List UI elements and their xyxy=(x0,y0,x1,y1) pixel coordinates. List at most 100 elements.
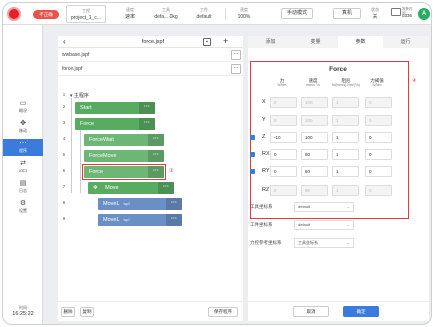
block-movel[interactable]: MoveL wp1 ··· xyxy=(98,214,182,226)
force-z-input[interactable]: -10 xyxy=(270,132,297,143)
tool-selector[interactable]: 工具 defa... 0kg xyxy=(146,5,186,23)
tab-variables[interactable]: 变量 xyxy=(293,36,338,48)
damping-x-input[interactable]: 1 xyxy=(332,97,359,108)
status-pill[interactable]: 不正确 xyxy=(33,10,59,19)
force-ry-input[interactable]: 0 xyxy=(270,166,297,177)
speed-x-input[interactable]: 100 xyxy=(301,97,328,108)
block-more-button[interactable]: ··· xyxy=(166,198,182,210)
save-icon[interactable]: ▪ xyxy=(203,38,211,46)
block-start[interactable]: Start ··· xyxy=(75,102,155,114)
tab-run[interactable]: 运行 xyxy=(383,36,428,48)
sidebar-item-io[interactable]: ⇄ IO口 xyxy=(3,159,43,176)
speed-mode[interactable]: 速度 速率 xyxy=(115,5,145,23)
damping-y-input[interactable]: 1 xyxy=(332,115,359,126)
file-name: wwbase.jspf xyxy=(62,52,90,58)
speed-percent[interactable]: 速度 100% xyxy=(231,5,257,23)
block-forcemove[interactable]: ForceMove ··· xyxy=(84,150,164,162)
panel-tabs: 添加 变量 参数 运行 xyxy=(248,36,429,48)
speed-rx-input[interactable]: 60 xyxy=(301,149,328,160)
threshold-z-input[interactable]: 0 xyxy=(365,132,392,143)
block-more-button[interactable]: ··· xyxy=(148,134,164,146)
sidebar-item-label: 概况 xyxy=(19,108,27,113)
damping-rz-input[interactable]: 1 xyxy=(332,185,359,196)
sidebar-item-log[interactable]: ▤ 日志 xyxy=(3,179,43,196)
damping-rx-input[interactable]: 1 xyxy=(332,149,359,160)
workpiece-selector[interactable]: 工件 default xyxy=(188,5,220,23)
force-rz-input[interactable]: 0 xyxy=(270,185,297,196)
block-more-button[interactable]: ··· xyxy=(139,118,155,130)
tool-frame-label: 工具坐标系 xyxy=(250,204,273,209)
block-more-button[interactable]: ··· xyxy=(139,102,155,114)
speed-ry-input[interactable]: 60 xyxy=(301,166,328,177)
tab-parameters[interactable]: 参数 xyxy=(338,36,383,48)
axis-z-checkbox[interactable] xyxy=(250,135,255,140)
emergency-stop-button[interactable] xyxy=(7,7,21,21)
speed-value: 速率 xyxy=(124,14,135,20)
block-more-button[interactable]: ··· xyxy=(166,214,182,226)
confirm-button[interactable]: 确定 xyxy=(343,306,379,317)
back-chevron-icon[interactable]: ‹ xyxy=(63,37,66,46)
force-reference-frame-select[interactable]: 工具坐标系 ⌄ xyxy=(294,238,354,248)
app-window: 不正确 工程 project_1_c... 速度 速率 工具 defa... 0… xyxy=(2,2,432,325)
threshold-x-input[interactable]: 0 xyxy=(365,97,392,108)
sidebar-item-label: 日志 xyxy=(19,188,27,193)
block-label: Move xyxy=(105,185,119,191)
threshold-ry-input[interactable]: 0 xyxy=(365,166,392,177)
block-movel[interactable]: MoveL wp0 ··· xyxy=(98,198,182,210)
block-move[interactable]: ✥ Move ··· xyxy=(88,182,174,194)
axis-ry-checkbox[interactable] xyxy=(250,169,255,174)
add-icon[interactable]: + xyxy=(223,36,228,46)
chevron-down-icon: ⌄ xyxy=(346,222,350,227)
axis-rx-checkbox[interactable] xyxy=(250,152,255,157)
alarm-counter[interactable]: 报警时间 0336 xyxy=(391,7,415,21)
file-row[interactable]: force.jspf ··· xyxy=(58,62,243,76)
threshold-rz-input[interactable]: 0 xyxy=(365,185,392,196)
time-value: 16:25:22 xyxy=(12,311,34,317)
selection-highlight xyxy=(82,164,166,180)
speed-y-input[interactable]: 100 xyxy=(301,115,328,126)
force-y-input[interactable]: 0 xyxy=(270,115,297,126)
line-number: 9 xyxy=(62,216,66,221)
manual-mode-button[interactable]: 手动模式 xyxy=(281,8,313,19)
io-icon: ⇄ xyxy=(20,160,26,167)
force-rx-input[interactable]: 0 xyxy=(270,149,297,160)
line-number: 4 xyxy=(62,136,66,141)
speed-z-input[interactable]: 100 xyxy=(301,132,328,143)
sidebar-item-settings[interactable]: ⚙ 设置 xyxy=(3,199,43,216)
force-x-input[interactable]: 0 xyxy=(270,97,297,108)
speed-rz-input[interactable]: 60 xyxy=(301,185,328,196)
sidebar-item-move[interactable]: ✥ 移动 xyxy=(3,119,43,136)
cancel-button[interactable]: 取消 xyxy=(293,306,329,317)
settings-icon: ⚙ xyxy=(19,200,27,207)
chevron-down-icon: ⌄ xyxy=(346,240,350,245)
tree-root[interactable]: ▾ 主程序 xyxy=(70,92,89,99)
workpiece-frame-select[interactable]: default ⌄ xyxy=(294,220,354,230)
program-panel: ‹ force.jspf ▪ + wwbase.jspf ··· force.j… xyxy=(58,36,243,321)
damping-z-input[interactable]: 1 xyxy=(332,132,359,143)
block-force[interactable]: Force ··· xyxy=(75,118,155,130)
block-more-button[interactable]: ··· xyxy=(158,182,174,194)
project-selector[interactable]: 工程 project_1_c... xyxy=(66,5,106,23)
save-program-button[interactable]: 保存程序 xyxy=(208,307,238,317)
copy-button[interactable]: 复制 xyxy=(80,307,94,317)
line-number: 2 xyxy=(62,104,66,109)
file-menu-button[interactable]: ··· xyxy=(231,64,241,74)
avatar[interactable]: A xyxy=(418,8,430,20)
file-menu-button[interactable]: ··· xyxy=(231,50,241,60)
sidebar-item-program[interactable]: ⋯ 程序 xyxy=(3,139,43,156)
delete-button[interactable]: 删除 xyxy=(61,307,75,317)
block-waypoint: wp0 xyxy=(123,202,130,206)
sidebar-item-overview[interactable]: ▭ 概况 xyxy=(3,99,43,116)
damping-ry-input[interactable]: 1 xyxy=(332,166,359,177)
state-indicator[interactable]: 状态 关 xyxy=(365,5,385,23)
file-row[interactable]: wwbase.jspf ··· xyxy=(58,48,243,62)
block-forcewait[interactable]: ForceWait ··· xyxy=(84,134,164,146)
real-robot-button[interactable]: 真机 xyxy=(333,8,361,19)
threshold-rx-input[interactable]: 0 xyxy=(365,149,392,160)
tab-add[interactable]: 添加 xyxy=(248,36,293,48)
tool-frame-select[interactable]: default ⌄ xyxy=(294,202,354,212)
block-more-button[interactable]: ··· xyxy=(148,150,164,162)
threshold-y-input[interactable]: 0 xyxy=(365,115,392,126)
block-label: ForceWait xyxy=(89,137,114,143)
parameter-panel: 添加 变量 参数 运行 ④ Force 力 N/Nm 速度 mm/s °/s 阻尼 N… xyxy=(248,36,429,321)
